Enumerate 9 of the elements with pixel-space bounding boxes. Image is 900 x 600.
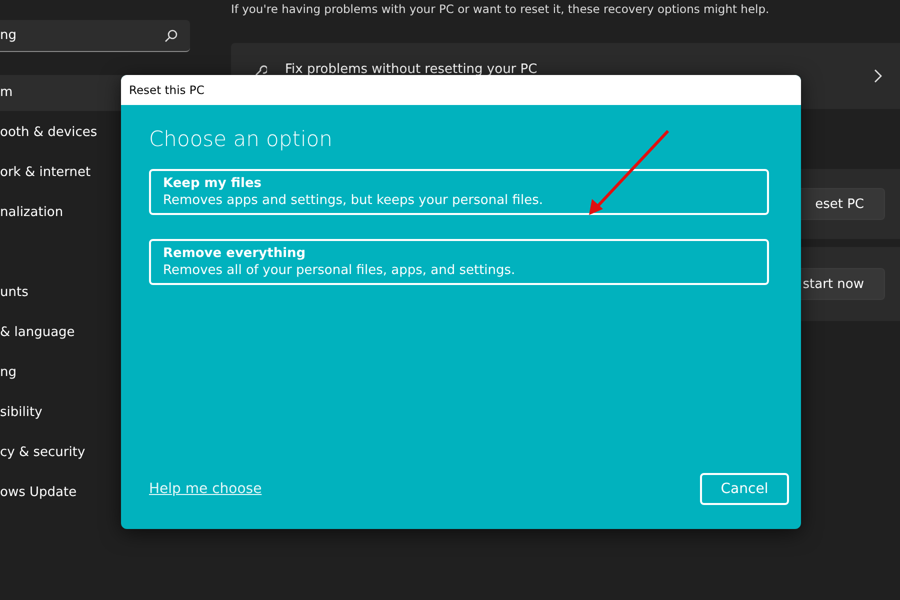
dialog-heading: Choose an option (149, 127, 334, 151)
pointer-arrow-icon (587, 129, 671, 217)
wrench-icon (255, 64, 267, 76)
chevron-icon (874, 69, 882, 83)
card-title: Fix problems without resetting your PC (285, 62, 538, 76)
search-icon (164, 29, 178, 43)
intro-text: If you're having problems with your PC or want to reset it, these recovery options might help. (231, 2, 770, 18)
dialog-title: Reset this PC (121, 75, 801, 105)
search-field[interactable]: ng (0, 20, 190, 52)
